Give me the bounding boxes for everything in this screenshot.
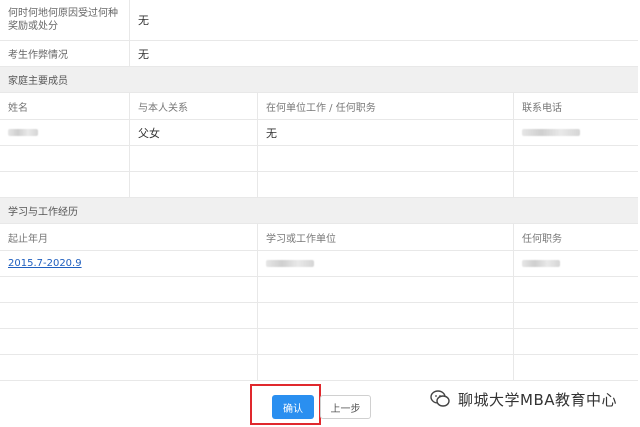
col-unit: 学习或工作单位: [266, 233, 336, 245]
family-section-title: 家庭主要成员: [8, 76, 68, 87]
member-name: [0, 120, 129, 145]
family-row-empty: [0, 146, 638, 172]
previous-step-button[interactable]: 上一步: [320, 395, 371, 419]
cheat-label: 考生作弊情况: [8, 50, 68, 61]
col-position: 任何职务: [522, 233, 562, 245]
member-work: 无: [266, 126, 277, 140]
member-relation: 父女: [138, 126, 160, 140]
redacted-name: [8, 129, 38, 136]
study-period: 2015.7-2020.9: [0, 251, 257, 276]
family-row-empty: [0, 172, 638, 198]
study-row-empty: [0, 277, 638, 303]
col-work: 在何单位工作 / 任何职务: [266, 102, 376, 114]
study-position: [514, 251, 638, 276]
cheat-value: 无: [138, 47, 149, 61]
study-unit: [258, 251, 513, 276]
wechat-watermark: 聊城大学MBA教育中心: [430, 387, 617, 411]
family-columns: 姓名 与本人关系 在何单位工作 / 任何职务 联系电话: [0, 93, 638, 120]
info-row-reward: 何时何地何原因受过何种奖励或处分 无: [0, 0, 638, 41]
reward-value: 无: [138, 14, 149, 27]
period-link[interactable]: 2015.7-2020.9: [8, 258, 82, 269]
col-period: 起止年月: [8, 233, 48, 245]
confirm-button[interactable]: 确认: [272, 395, 314, 419]
study-row-empty: [0, 303, 638, 329]
watermark-text: 聊城大学MBA教育中心: [458, 390, 617, 409]
study-section-header: 学习与工作经历: [0, 198, 638, 224]
col-phone: 联系电话: [522, 102, 562, 114]
col-relation: 与本人关系: [138, 102, 188, 114]
reward-label: 何时何地何原因受过何种奖励或处分: [8, 8, 118, 32]
study-row-empty: [0, 355, 638, 381]
col-name: 姓名: [8, 102, 28, 114]
family-row: 父女 无: [0, 120, 638, 146]
redacted-phone: [522, 129, 580, 136]
member-phone: [514, 120, 638, 145]
study-row-empty: [0, 329, 638, 355]
study-columns: 起止年月 学习或工作单位 任何职务: [0, 224, 638, 251]
info-row-cheat: 考生作弊情况 无: [0, 41, 638, 67]
family-section-header: 家庭主要成员: [0, 67, 638, 93]
study-section-title: 学习与工作经历: [8, 207, 78, 218]
wechat-icon: [430, 390, 450, 408]
redacted-position: [522, 260, 560, 267]
study-row: 2015.7-2020.9: [0, 251, 638, 277]
redacted-unit: [266, 260, 314, 267]
